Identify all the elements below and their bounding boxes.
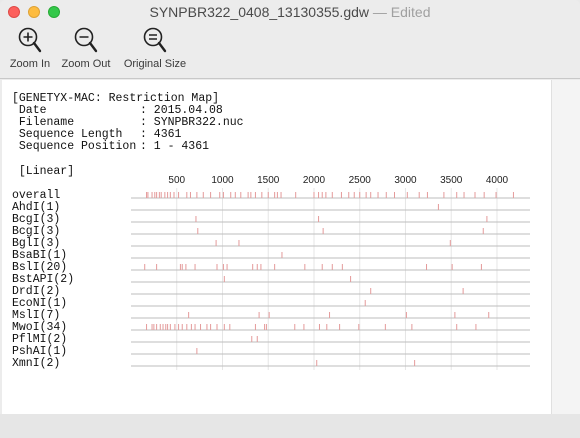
tick-label: 2500: [349, 175, 372, 186]
tick-label: 2000: [303, 175, 326, 186]
original-size-icon: [143, 27, 167, 53]
title-bar: SYNPBR322_0408_13130355.gdw — Edited: [0, 0, 580, 24]
zoom-in-button[interactable]: Zoom In: [8, 26, 52, 70]
vertical-scroll-area[interactable]: [551, 80, 580, 414]
zoom-out-label: Zoom Out: [61, 58, 111, 70]
tick-label: 500: [168, 175, 185, 186]
enzyme-name: XmnI(2): [12, 357, 60, 370]
window-title: SYNPBR322_0408_13130355.gdw — Edited: [0, 4, 580, 20]
window-filename: SYNPBR322_0408_13130355.gdw: [149, 4, 370, 20]
edited-indicator: — Edited: [372, 4, 431, 20]
zoom-out-icon: [74, 27, 98, 53]
tick-label: 1500: [257, 175, 280, 186]
zoom-out-button[interactable]: Zoom Out: [58, 26, 114, 70]
tick-label: 3000: [394, 175, 417, 186]
original-size-button[interactable]: Original Size: [120, 26, 190, 70]
app-window: SYNPBR322_0408_13130355.gdw — Edited Zoo…: [0, 0, 580, 438]
tick-label: 3500: [440, 175, 463, 186]
tick-label: 1000: [211, 175, 234, 186]
status-bar: [0, 414, 580, 438]
document-view[interactable]: [GENETYX-MAC: Restriction Map] Date : 20…: [2, 80, 551, 414]
tick-label: 4000: [486, 175, 509, 186]
zoom-in-label: Zoom In: [9, 58, 51, 70]
restriction-map: 500 1000 1500 2000 2500 3000 3500 4000overallAh…: [12, 175, 530, 370]
original-size-label: Original Size: [123, 58, 187, 70]
toolbar-divider: [0, 78, 580, 79]
zoom-in-icon: [18, 27, 42, 53]
toolbar: Zoom In Zoom Out Original Size: [0, 24, 580, 74]
